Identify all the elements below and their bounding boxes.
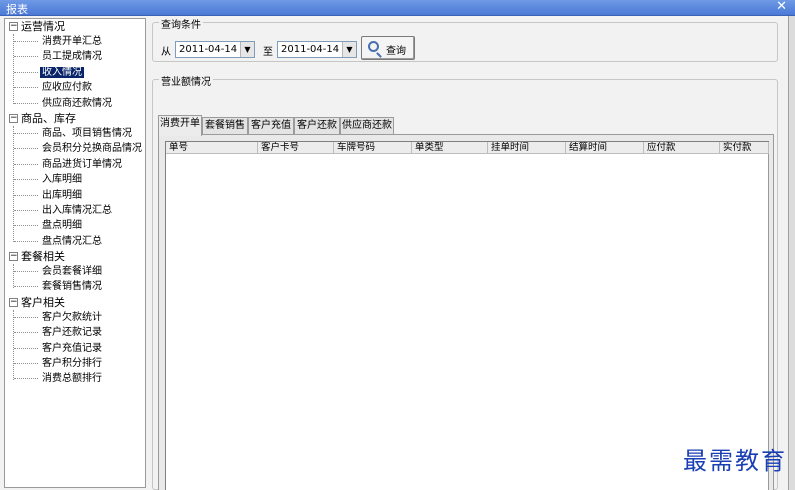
tree-item[interactable]: 出库明细	[5, 188, 145, 203]
tree-item-label: 客户还款记录	[42, 327, 102, 339]
tree-item-label: 客户欠款统计	[42, 311, 102, 323]
tree-item-label: 套餐销售情况	[42, 281, 102, 293]
tree-item[interactable]: 客户充值记录	[5, 341, 145, 356]
from-label: 从	[161, 47, 171, 58]
tree-group-label: 套餐相关	[21, 250, 65, 264]
data-grid[interactable]: 单号 客户卡号 车牌号码 单类型 挂单时间 结算时间 应付款 实付款	[165, 141, 769, 490]
tree-item-label: 盘点明细	[42, 220, 82, 232]
tree-item[interactable]: 入库明细	[5, 172, 145, 187]
tree-item-label: 会员积分兑换商品情况	[42, 143, 142, 155]
column-header[interactable]: 单类型	[412, 142, 488, 154]
column-header[interactable]: 车牌号码	[334, 142, 412, 154]
tab-1[interactable]: 套餐销售	[202, 117, 248, 135]
tree-group: − 商品、库存 商品、项目销售情况 会员积分兑换商品情况 商品进货订单情况 入库明细 出库明…	[5, 111, 145, 249]
tree-item[interactable]: 消费开单汇总	[5, 34, 145, 49]
from-date-picker[interactable]: 2011-04-14 ▼	[175, 41, 255, 58]
tree-item[interactable]: 客户积分排行	[5, 356, 145, 371]
collapse-icon[interactable]: −	[9, 252, 18, 262]
column-header[interactable]: 客户卡号	[258, 142, 334, 154]
column-header[interactable]: 结算时间	[566, 142, 644, 154]
tab-0[interactable]: 消费开单	[158, 115, 202, 136]
tree-item[interactable]: 盘点情况汇总	[5, 234, 145, 249]
tree-item-label: 客户积分排行	[42, 358, 102, 370]
tree-item[interactable]: 供应商还款情况	[5, 96, 145, 111]
to-date-picker[interactable]: 2011-04-14 ▼	[277, 41, 357, 58]
to-date-value: 2011-04-14	[281, 44, 340, 55]
tree-item[interactable]: 套餐销售情况	[5, 279, 145, 294]
window-body: − 运营情况 消费开单汇总 员工提成情况 收入情况 应收应付款 供应商还款情况 − 商品、库存商…	[0, 16, 795, 490]
watermark: 最需教育	[683, 447, 787, 475]
window-edge	[788, 16, 795, 490]
tree-item[interactable]: 应收应付款	[5, 80, 145, 95]
tree-item-label: 应收应付款	[42, 82, 92, 94]
tab-panel: 单号 客户卡号 车牌号码 单类型 挂单时间 结算时间 应付款 实付款	[158, 134, 774, 490]
collapse-icon[interactable]: −	[9, 113, 18, 123]
tree-group-header[interactable]: − 运营情况	[5, 19, 145, 34]
tree-item-label: 出库明细	[42, 189, 82, 201]
tree-item-label: 商品进货订单情况	[42, 158, 122, 170]
tree-group-items: 客户欠款统计 客户还款记录 客户充值记录 客户积分排行 消费总额排行	[5, 309, 145, 387]
tree-group-header[interactable]: − 商品、库存	[5, 111, 145, 126]
tree-item-label: 客户充值记录	[42, 342, 102, 354]
tree-item[interactable]: 员工提成情况	[5, 49, 145, 64]
chevron-down-icon[interactable]: ▼	[240, 42, 254, 57]
collapse-icon[interactable]: −	[9, 297, 18, 307]
from-date-value: 2011-04-14	[179, 44, 238, 55]
tree-item-label: 入库明细	[42, 174, 82, 186]
revenue-legend: 营业额情况	[159, 73, 213, 88]
tree-group-header[interactable]: − 套餐相关	[5, 249, 145, 264]
tree-item-label: 盘点情况汇总	[42, 235, 102, 247]
tree-item-label: 消费开单汇总	[42, 36, 102, 47]
tree-item[interactable]: 会员积分兑换商品情况	[5, 141, 145, 156]
tree-item[interactable]: 会员套餐详细	[5, 264, 145, 279]
query-button[interactable]: 查询	[361, 36, 415, 60]
tree-group: − 运营情况消费开单汇总 员工提成情况 收入情况应收应付款供应商还款情况	[5, 19, 145, 111]
tree-item-label: 会员套餐详细	[42, 266, 102, 278]
tree-group-items: 商品、项目销售情况 会员积分兑换商品情况 商品进货订单情况 入库明细出库明细出入库情况…	[5, 125, 145, 249]
tree-group-items: 消费开单汇总 员工提成情况 收入情况应收应付款供应商还款情况	[5, 34, 145, 111]
chevron-down-icon[interactable]: ▼	[342, 42, 356, 57]
tree-item-label: 收入情况	[40, 66, 84, 78]
tree-group-items: 会员套餐详细 套餐销售情况	[5, 264, 145, 295]
grid-border	[768, 154, 769, 490]
close-icon[interactable]: ✕	[776, 0, 787, 14]
tree-item[interactable]: 出入库情况汇总	[5, 203, 145, 218]
tree-item-label: 商品、项目销售情况	[42, 127, 132, 139]
tree-item[interactable]: 客户欠款统计	[5, 310, 145, 325]
query-button-label: 查询	[386, 46, 406, 57]
tab-4[interactable]: 供应商还款	[340, 117, 394, 135]
tree-item[interactable]: 商品进货订单情况	[5, 157, 145, 172]
tree-group-label: 运营情况	[21, 20, 65, 33]
tree-item[interactable]: 商品、项目销售情况	[5, 126, 145, 141]
tree-group-header[interactable]: − 客户相关	[5, 295, 145, 310]
query-legend: 查询条件	[159, 16, 203, 31]
query-conditions-group: 查询条件 从 2011-04-14 ▼ 至 2011-04-14 ▼ 查询	[152, 16, 778, 62]
collapse-icon[interactable]: −	[9, 22, 18, 31]
grid-header: 单号 客户卡号 车牌号码 单类型 挂单时间 结算时间 应付款 实付款	[166, 142, 769, 154]
tree-item[interactable]: 消费总额排行	[5, 371, 145, 386]
column-header[interactable]: 挂单时间	[488, 142, 566, 154]
tree-item[interactable]: 盘点明细	[5, 218, 145, 233]
tree-item[interactable]: 收入情况	[5, 65, 145, 80]
column-header[interactable]: 实付款	[720, 142, 769, 154]
tab-3[interactable]: 客户还款	[294, 117, 340, 135]
title-bar: 报表 ✕	[0, 0, 795, 16]
to-label: 至	[263, 47, 273, 58]
column-header[interactable]: 单号	[166, 142, 258, 154]
tree-group-label: 客户相关	[21, 295, 65, 309]
tab-2[interactable]: 客户充值	[248, 117, 294, 135]
report-tree[interactable]: − 运营情况 消费开单汇总 员工提成情况 收入情况 应收应付款 供应商还款情况 − 商品、库存商…	[4, 18, 146, 488]
revenue-group: 营业额情况 消费开单 套餐销售 客户充值 客户还款 供应商还款 单号 客户卡号 车牌号码 单类…	[152, 73, 778, 490]
tree-group: − 客户相关 客户欠款统计 客户还款记录 客户充值记录 客户积分排行 消费总额排行	[5, 295, 145, 387]
tree-item[interactable]: 客户还款记录	[5, 325, 145, 340]
column-header[interactable]: 应付款	[644, 142, 720, 154]
tree-item-label: 出入库情况汇总	[42, 204, 112, 216]
window-title: 报表	[6, 3, 28, 16]
tree-item-label: 消费总额排行	[42, 373, 102, 385]
tree-group: − 套餐相关 会员套餐详细 套餐销售情况	[5, 249, 145, 295]
search-icon	[368, 41, 379, 52]
tree-group-label: 商品、库存	[21, 111, 76, 125]
tree-item-label: 员工提成情况	[42, 51, 102, 63]
tree-item-label: 供应商还款情况	[42, 97, 112, 109]
